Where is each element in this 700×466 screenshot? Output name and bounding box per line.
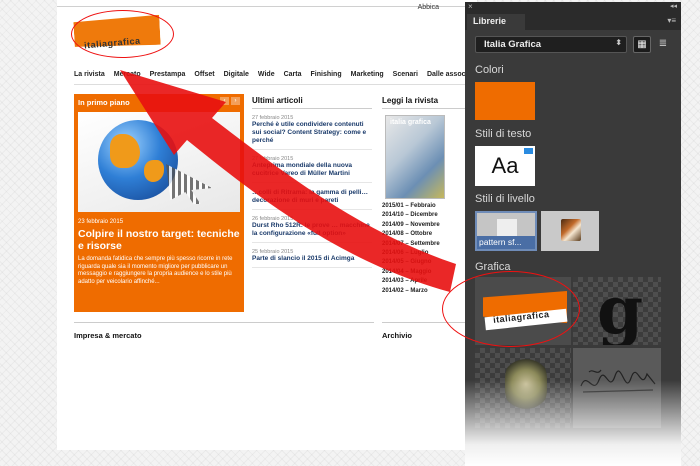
website-page: Abbica italiagrafica La rivista Mercato … <box>57 0 477 450</box>
libraries-panel: × ◂◂ Librerie ▾≡ Italia Grafica ⬍ ▦ ≣ Co… <box>465 2 681 466</box>
section-stili-livello: Stili di livello <box>475 193 535 205</box>
magazine-cover-title: italia grafica <box>390 119 431 126</box>
nav-wide[interactable]: Wide <box>258 67 275 84</box>
graphic-letter: g <box>597 277 644 345</box>
article-item[interactable]: 26 febbraio 2015 Durst Rho 512R: le prov… <box>252 216 372 243</box>
featured-image[interactable] <box>78 112 240 212</box>
issue-link[interactable]: 2014/05 – Giugno <box>382 258 477 267</box>
layer-style-icon <box>561 219 581 241</box>
featured-prev-button[interactable]: ‹ <box>220 97 229 105</box>
section-impresa-mercato[interactable]: Impresa & mercato <box>74 322 374 340</box>
top-divider: Abbica <box>57 4 477 11</box>
read-magazine: Leggi la rivista italia grafica 2015/01 … <box>382 96 477 296</box>
latest-articles-title: Ultimi articoli <box>252 96 372 109</box>
issue-link[interactable]: 2014/04 – Maggio <box>382 268 477 277</box>
nav-marketing[interactable]: Marketing <box>351 67 384 84</box>
main-nav: La rivista Mercato Prestampa Offset Digi… <box>74 67 477 85</box>
globe-land <box>110 134 140 168</box>
tab-librerie[interactable]: Librerie <box>467 14 525 30</box>
panel-bottom-fade <box>465 380 681 466</box>
magazine-cover[interactable]: italia grafica <box>385 115 445 199</box>
issue-link[interactable]: 2014/08 – Ottobre <box>382 230 477 239</box>
featured-description: La domanda fatidica che sempre più spess… <box>78 256 233 285</box>
latest-articles: Ultimi articoli 27 febbraio 2015 Perché … <box>252 96 372 268</box>
layer-style-item-selected[interactable]: pattern sf... <box>475 211 537 251</box>
library-select[interactable]: Italia Grafica ⬍ <box>475 36 627 53</box>
featured-headline[interactable]: Colpire il nostro target: tecniche e ris… <box>78 228 242 252</box>
featured-date: 23 febbraio 2015 <box>78 219 124 225</box>
color-swatch-orange[interactable] <box>475 82 535 120</box>
style-badge-icon <box>524 148 533 154</box>
nav-carta[interactable]: Carta <box>284 67 302 84</box>
list-view-icon[interactable]: ≣ <box>654 36 672 53</box>
section-stili-testo: Stili di testo <box>475 128 532 140</box>
top-link[interactable]: Abbica <box>418 4 439 11</box>
issue-link[interactable]: 2015/01 – Febbraio <box>382 202 477 211</box>
nav-offset[interactable]: Offset <box>194 67 214 84</box>
article-item[interactable]: …colli di Ritrama: la gamma di pelli… de… <box>252 189 372 210</box>
library-toolbar: Italia Grafica ⬍ ▦ ≣ <box>475 36 671 54</box>
globe-land <box>144 160 164 182</box>
featured-pager: ‹ › <box>220 97 240 105</box>
text-style-item[interactable]: Aa <box>475 146 535 186</box>
logo-highlight-circle <box>71 10 174 58</box>
article-title[interactable]: Anteprima mondiale della nuova cucitrice… <box>252 162 372 178</box>
text-style-sample: Aa <box>491 153 519 178</box>
article-title[interactable]: Durst Rho 512R: le prove … macchine la c… <box>252 222 372 238</box>
nav-prestampa[interactable]: Prestampa <box>150 67 186 84</box>
layer-style-item[interactable] <box>541 211 599 251</box>
panel-titlebar: × ◂◂ <box>465 2 681 14</box>
section-colori: Colori <box>475 64 504 76</box>
layer-style-thumbnail <box>497 219 517 237</box>
nav-mercato[interactable]: Mercato <box>114 67 141 84</box>
graphic-highlight-circle <box>442 271 580 347</box>
panel-menu-icon[interactable]: ▾≡ <box>667 16 676 25</box>
article-title[interactable]: Perché è utile condividere contenuti sui… <box>252 121 372 145</box>
issue-link[interactable]: 2014/07 – Settembre <box>382 240 477 249</box>
layer-style-label: pattern sf... <box>477 236 535 249</box>
featured-title: In primo piano <box>78 98 130 107</box>
cursor-illustration <box>166 164 212 204</box>
issue-link[interactable]: 2014/09 – Novembre <box>382 221 477 230</box>
close-icon[interactable]: × <box>468 2 473 11</box>
globe-illustration <box>98 120 178 200</box>
nav-la-rivista[interactable]: La rivista <box>74 67 105 84</box>
article-item[interactable]: 27 febbraio 2015 Perché è utile condivid… <box>252 115 372 150</box>
nav-digitale[interactable]: Digitale <box>224 67 249 84</box>
article-item[interactable]: 25 febbraio 2015 Parte di slancio il 201… <box>252 249 372 268</box>
featured-next-button[interactable]: › <box>231 97 240 105</box>
grid-view-icon[interactable]: ▦ <box>633 36 651 53</box>
article-title[interactable]: …colli di Ritrama: la gamma di pelli… de… <box>252 189 372 205</box>
chevron-updown-icon: ⬍ <box>615 38 622 47</box>
read-magazine-title: Leggi la rivista <box>382 96 477 109</box>
issue-link[interactable]: 2014/06 – Luglio <box>382 249 477 258</box>
article-item[interactable]: 27 febbraio 2015 Anteprima mondiale dell… <box>252 156 372 183</box>
graphic-item-letter-g[interactable]: g <box>573 277 661 345</box>
nav-scenari[interactable]: Scenari <box>393 67 418 84</box>
collapse-icon[interactable]: ◂◂ <box>670 2 677 10</box>
article-title[interactable]: Parte di slancio il 2015 di Acimga <box>252 255 372 263</box>
issue-link[interactable]: 2014/10 – Dicembre <box>382 211 477 220</box>
featured-box[interactable]: In primo piano ‹ › 23 febbraio 2015 Colp… <box>74 94 244 312</box>
library-select-value: Italia Grafica <box>484 39 542 50</box>
panel-tab-bar: Librerie ▾≡ <box>465 14 681 30</box>
nav-finishing[interactable]: Finishing <box>311 67 342 84</box>
